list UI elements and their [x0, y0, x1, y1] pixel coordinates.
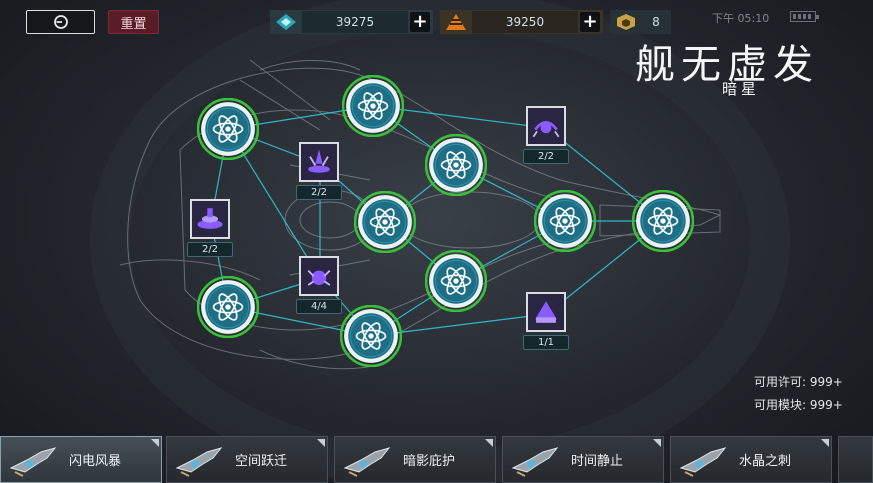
- module-frame: [299, 142, 339, 182]
- tab-corner-marker: [653, 439, 661, 447]
- crystal-icon: [270, 10, 302, 34]
- module-slot[interactable]: 4/4: [296, 256, 343, 320]
- exit-icon: [53, 15, 68, 29]
- ship-icon: [511, 447, 559, 477]
- atom-icon: [424, 133, 488, 197]
- module-slot[interactable]: 2/2: [523, 106, 570, 170]
- reset-button[interactable]: 重置: [108, 10, 159, 34]
- ore-count: 39250: [472, 11, 578, 33]
- ship-tab-label: 时间静止: [571, 454, 624, 469]
- atom-icon: [341, 74, 405, 138]
- module-box-count: 8: [652, 15, 660, 29]
- module-count: 2/2: [523, 149, 569, 164]
- module-claw-icon: [528, 108, 564, 144]
- ship-icon: [175, 447, 223, 477]
- battery-icon: [790, 11, 819, 22]
- skill-node[interactable]: [341, 74, 405, 138]
- ship-tab-bar: 闪电风暴 空间跃迁 暗影庇护 时间静止 水晶之刺: [0, 436, 873, 483]
- available-permits: 可用许可: 999+: [754, 375, 843, 389]
- skill-node[interactable]: [533, 189, 597, 253]
- module-slot[interactable]: 2/2: [187, 199, 234, 263]
- ship-tab[interactable]: 空间跃迁: [166, 436, 328, 483]
- ship-tab[interactable]: 时间静止: [502, 436, 664, 483]
- add-crystal-button[interactable]: +: [410, 12, 430, 32]
- ship-icon: [679, 447, 727, 477]
- skill-node[interactable]: [424, 249, 488, 313]
- atom-icon: [424, 249, 488, 313]
- module-frame: [190, 199, 230, 239]
- module-frame: [526, 292, 566, 332]
- add-ore-button[interactable]: +: [580, 12, 600, 32]
- available-modules: 可用模块: 999+: [754, 398, 843, 412]
- module-count: 4/4: [296, 299, 342, 314]
- tab-corner-marker: [151, 439, 159, 447]
- atom-icon: [533, 189, 597, 253]
- skill-node[interactable]: [196, 97, 260, 161]
- module-count: 2/2: [187, 242, 233, 257]
- module-slot[interactable]: 2/2: [296, 142, 343, 206]
- tab-corner-marker: [317, 439, 325, 447]
- ship-tab-label: 水晶之刺: [739, 454, 792, 469]
- module-cap-icon: [528, 294, 564, 330]
- module-box-icon: [610, 10, 642, 34]
- atom-icon: [631, 189, 695, 253]
- atom-icon: [353, 190, 417, 254]
- module-count: 1/1: [523, 335, 569, 350]
- skill-node[interactable]: [196, 275, 260, 339]
- ore-icon: [440, 10, 472, 34]
- module-frame: [526, 106, 566, 146]
- skill-subtitle: 暗星: [722, 80, 761, 98]
- skill-node[interactable]: [631, 189, 695, 253]
- skill-node[interactable]: [424, 133, 488, 197]
- tab-corner-marker: [485, 439, 493, 447]
- module-slot[interactable]: 1/1: [523, 292, 570, 356]
- ship-tab[interactable]: 水晶之刺: [670, 436, 832, 483]
- module-crab-icon: [301, 258, 337, 294]
- ship-tab[interactable]: 暗影庇护: [334, 436, 496, 483]
- ore-resource: 39250 +: [440, 10, 603, 34]
- module-frame: [299, 256, 339, 296]
- atom-icon: [196, 275, 260, 339]
- skill-node[interactable]: [339, 304, 403, 368]
- clock-text: 下午 05:10: [712, 12, 770, 25]
- ship-icon: [9, 447, 57, 477]
- ship-icon: [343, 447, 391, 477]
- ship-tab[interactable]: 闪电风暴: [0, 436, 162, 483]
- crystal-count: 39275: [302, 11, 408, 33]
- atom-icon: [196, 97, 260, 161]
- module-count: 2/2: [296, 185, 342, 200]
- atom-icon: [339, 304, 403, 368]
- exit-button[interactable]: [26, 10, 95, 34]
- skill-node[interactable]: [353, 190, 417, 254]
- ship-tab-label: 暗影庇护: [403, 454, 456, 469]
- tab-corner-marker: [821, 439, 829, 447]
- ship-tab-partial[interactable]: [838, 436, 873, 483]
- module-disc-icon: [192, 201, 228, 237]
- crystal-resource: 39275 +: [270, 10, 433, 34]
- ship-tab-label: 空间跃迁: [235, 454, 288, 469]
- module-box-resource: 8: [610, 10, 671, 34]
- ship-tab-label: 闪电风暴: [69, 454, 122, 469]
- module-spire-icon: [301, 144, 337, 180]
- skill-tree-screen: 2/2 2/2 2/2 4/4 1/1 重置 39275 + 39250 + 8…: [0, 0, 873, 483]
